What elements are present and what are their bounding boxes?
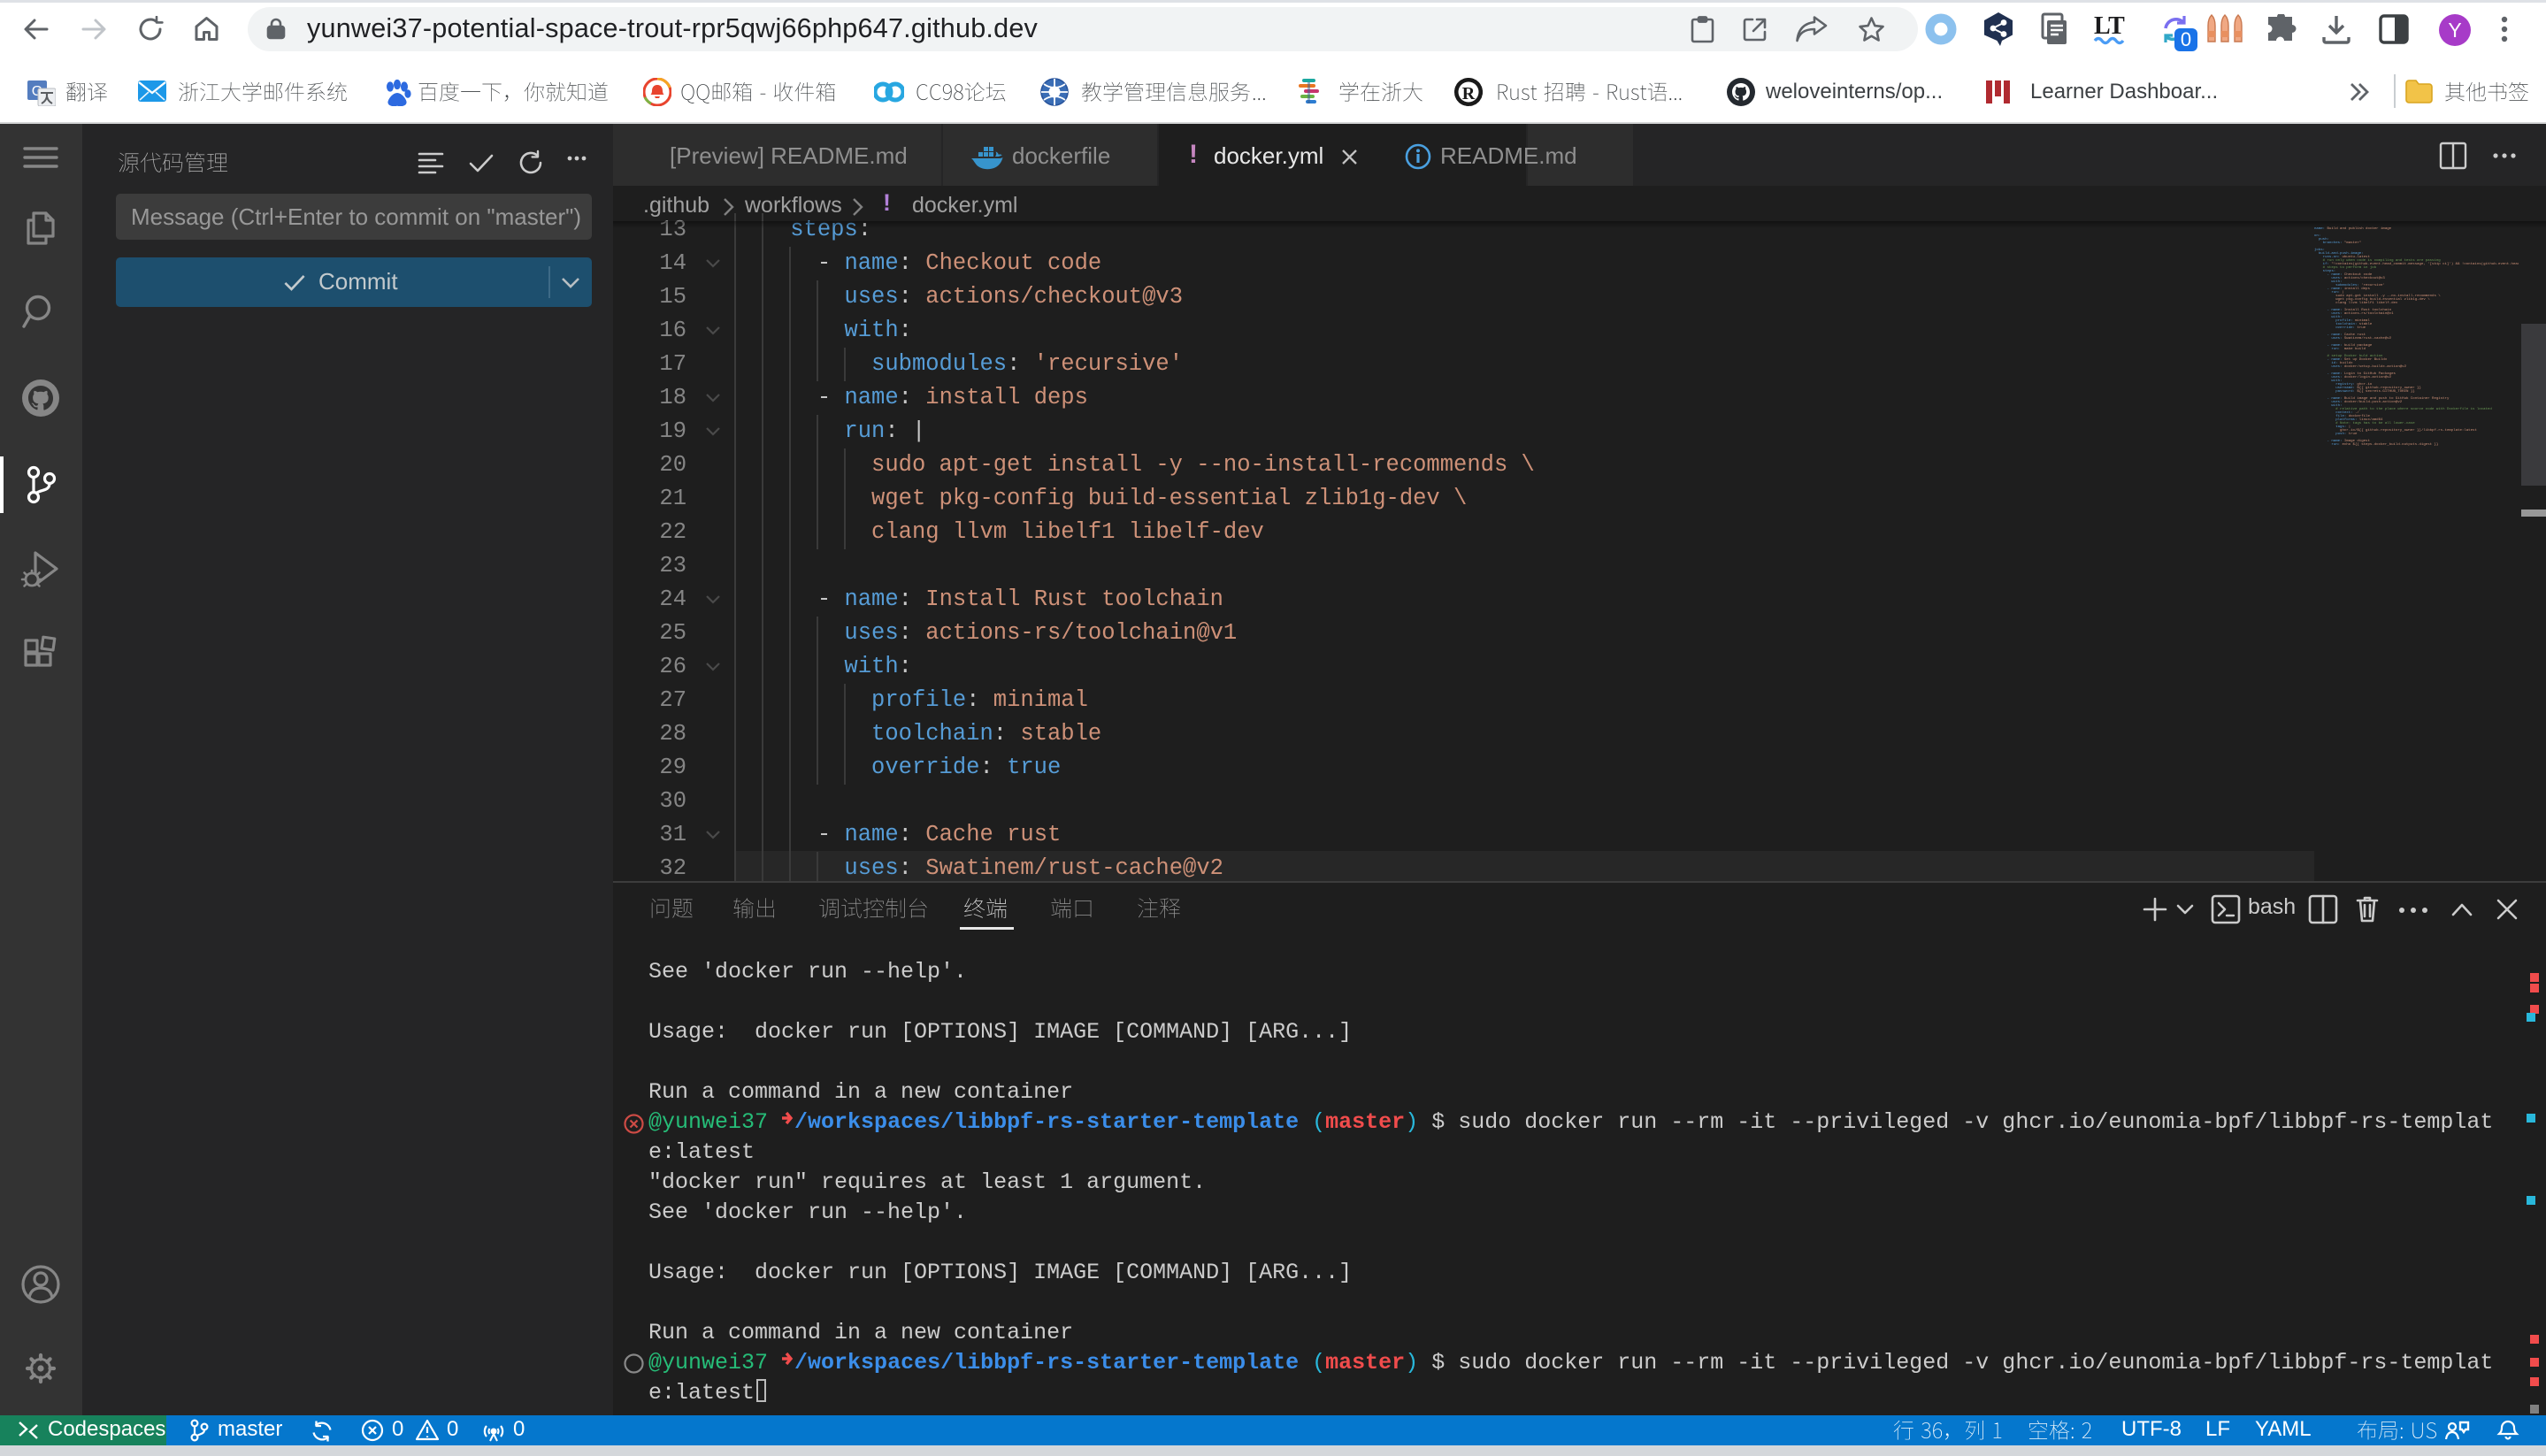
svg-text:Y: Y (2448, 19, 2461, 42)
svg-text:0: 0 (2181, 28, 2191, 50)
svg-text:LT: LT (2094, 12, 2125, 40)
svg-text:R: R (1462, 84, 1476, 103)
